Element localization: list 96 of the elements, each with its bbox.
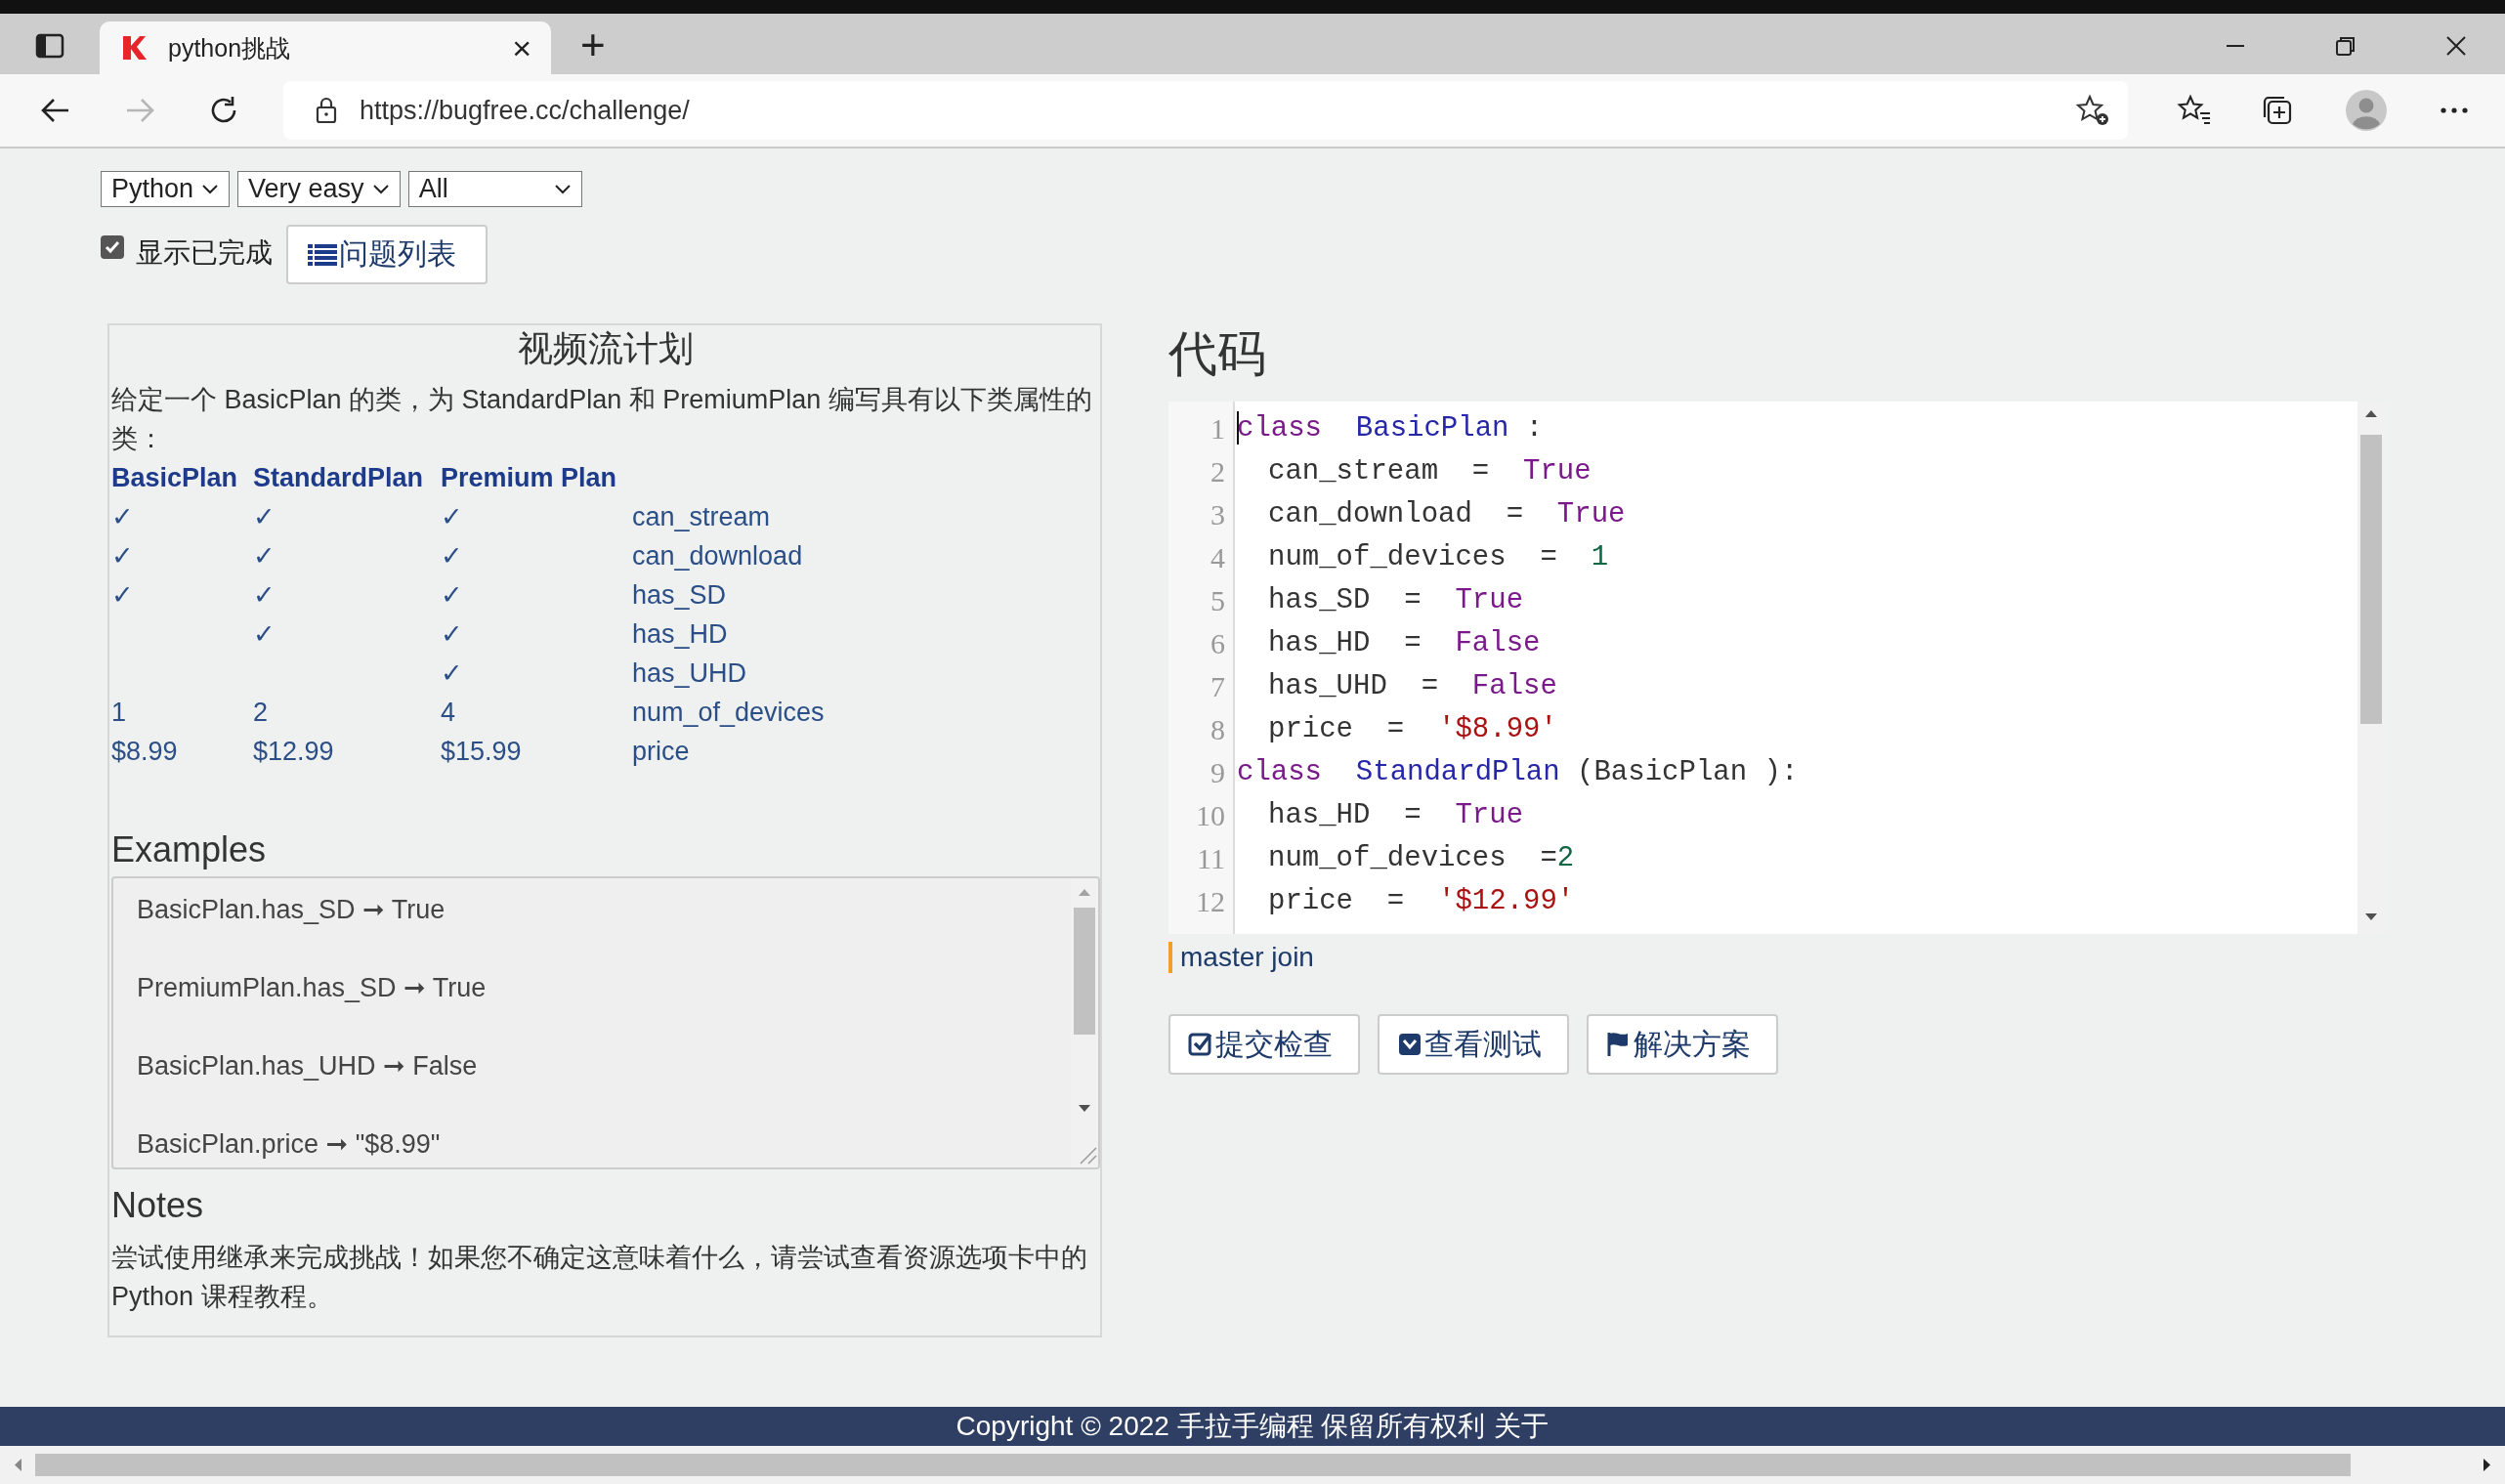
line-number: 9 <box>1210 755 1226 790</box>
caret-square-icon <box>1397 1031 1422 1058</box>
table-cell-text: 2 <box>253 697 270 729</box>
code-line: price = '$8.99' <box>1268 712 1557 747</box>
table-cell-text: has_SD <box>632 579 728 612</box>
line-number: 1 <box>1210 411 1226 446</box>
table-cell-text: has_HD <box>632 618 729 651</box>
line-number: 7 <box>1210 669 1226 704</box>
column-header: Premium Plan <box>441 462 618 494</box>
table-cell-text: num_of_devices <box>632 697 826 729</box>
copyright-text: Copyright © 2022 手拉手编程 保留所有权利 <box>955 1410 1486 1443</box>
star-add-icon[interactable] <box>2075 94 2110 127</box>
code-line: class BasicPlan : <box>1237 410 1544 447</box>
code-line: num_of_devices =2 <box>1268 841 1575 876</box>
chevron-down-icon <box>201 183 220 195</box>
line-number: 12 <box>1195 884 1226 919</box>
url-text: https://bugfree.cc/challenge/ <box>360 95 690 126</box>
code-line: has_SD = True <box>1268 583 1524 618</box>
branch-label: master join <box>1168 942 1314 973</box>
text-cursor <box>1237 411 1239 445</box>
check-square-icon <box>1188 1031 1213 1058</box>
profile-avatar-icon[interactable] <box>2345 89 2388 132</box>
column-header: BasicPlan <box>111 462 239 494</box>
table-cell-text: ✓ <box>253 579 276 612</box>
filter-dropdown[interactable]: Very easy <box>237 171 401 207</box>
code-heading: 代码 <box>1168 325 1267 383</box>
code-line: price = '$12.99' <box>1268 884 1575 919</box>
chevron-down-icon <box>553 183 572 195</box>
table-cell-text: ✓ <box>253 501 276 533</box>
favorites-icon[interactable] <box>2177 94 2212 127</box>
example-text: PremiumPlan.has_SD ➞ True <box>137 972 488 1004</box>
checkbox-label: 显示已完成 <box>136 235 273 270</box>
code-line: class StandardPlan (BasicPlan ): <box>1237 755 1799 790</box>
browser-tab[interactable]: python挑战 × <box>100 21 551 74</box>
code-line: has_UHD = False <box>1268 669 1557 704</box>
table-cell-text: can_stream <box>632 501 772 533</box>
line-number: 4 <box>1210 540 1226 575</box>
column-header: StandardPlan <box>253 462 425 494</box>
line-number: 6 <box>1210 626 1226 661</box>
problem-list-button[interactable]: 问题列表 <box>286 225 488 284</box>
code-line: has_HD = False <box>1268 626 1541 661</box>
problem-description: 给定一个 BasicPlan 的类，为 StandardPlan 和 PremiumPlan 编写具有以下类属性的类： <box>111 384 1093 455</box>
close-icon[interactable] <box>2445 35 2467 57</box>
problem-title: 视频流计划 <box>517 327 695 370</box>
example-text: BasicPlan.price ➞ "$8.99" <box>137 1128 442 1161</box>
table-cell-text: ✓ <box>111 540 135 572</box>
about-link[interactable]: 关于 <box>1494 1408 1550 1445</box>
table-cell-text: ✓ <box>253 618 276 651</box>
tab-title: python挑战 <box>168 32 292 64</box>
table-cell-text: ✓ <box>441 618 464 651</box>
table-cell-text: ✓ <box>111 501 135 533</box>
line-number: 5 <box>1210 583 1226 618</box>
code-line: can_stream = True <box>1268 454 1592 489</box>
table-cell-text: ✓ <box>111 579 135 612</box>
table-cell-text: $8.99 <box>111 736 179 768</box>
table-cell-text: $12.99 <box>253 736 335 768</box>
example-text: BasicPlan.has_SD ➞ True <box>137 894 446 926</box>
filter-dropdown[interactable]: All <box>407 171 582 207</box>
line-number: 3 <box>1210 497 1226 532</box>
table-cell-text: ✓ <box>441 579 464 612</box>
notes-text: 尝试使用继承来完成挑战！如果您不确定这意味着什么，请尝试查看资源选项卡中的 Python 课程教程。 <box>111 1242 1088 1313</box>
checkbox[interactable] <box>101 234 124 259</box>
line-number: 11 <box>1196 841 1226 876</box>
code-line: num_of_devices = 1 <box>1268 540 1609 575</box>
table-cell-text: price <box>632 736 691 768</box>
table-cell-text: $15.99 <box>441 736 523 768</box>
sidebar-toggle-icon[interactable] <box>35 33 64 59</box>
new-tab-button[interactable]: + <box>580 23 606 66</box>
address-bar[interactable]: https://bugfree.cc/challenge/ <box>283 81 2128 140</box>
section-heading: Notes <box>111 1184 205 1227</box>
filter-dropdown[interactable]: Python <box>101 171 231 207</box>
chevron-down-icon <box>371 183 390 195</box>
code-line: has_HD = True <box>1268 798 1524 833</box>
tab-close-button[interactable]: × <box>512 31 531 64</box>
line-number: 10 <box>1195 798 1226 833</box>
example-text: BasicPlan.has_UHD ➞ False <box>137 1050 479 1082</box>
favicon-icon <box>121 34 147 62</box>
action-button[interactable]: 提交检查 <box>1168 1014 1360 1075</box>
list-icon <box>308 242 337 267</box>
lock-icon <box>315 97 338 124</box>
table-cell-text: 4 <box>441 697 457 729</box>
restore-icon[interactable] <box>2335 35 2356 57</box>
table-cell-text: can_download <box>632 540 804 572</box>
line-number: 8 <box>1210 712 1226 747</box>
table-cell-text: ✓ <box>441 657 464 690</box>
action-button[interactable]: 解决方案 <box>1587 1014 1778 1075</box>
code-editor[interactable] <box>1168 402 2385 934</box>
code-line: can_download = True <box>1268 497 1626 532</box>
table-cell-text: 1 <box>111 697 128 729</box>
table-cell-text: has_UHD <box>632 657 748 690</box>
table-cell-text: ✓ <box>253 540 276 572</box>
table-cell-text: ✓ <box>441 540 464 572</box>
table-cell-text: ✓ <box>441 501 464 533</box>
action-button[interactable]: 查看测试 <box>1378 1014 1569 1075</box>
section-heading: Examples <box>111 828 268 871</box>
line-number: 2 <box>1210 454 1226 489</box>
